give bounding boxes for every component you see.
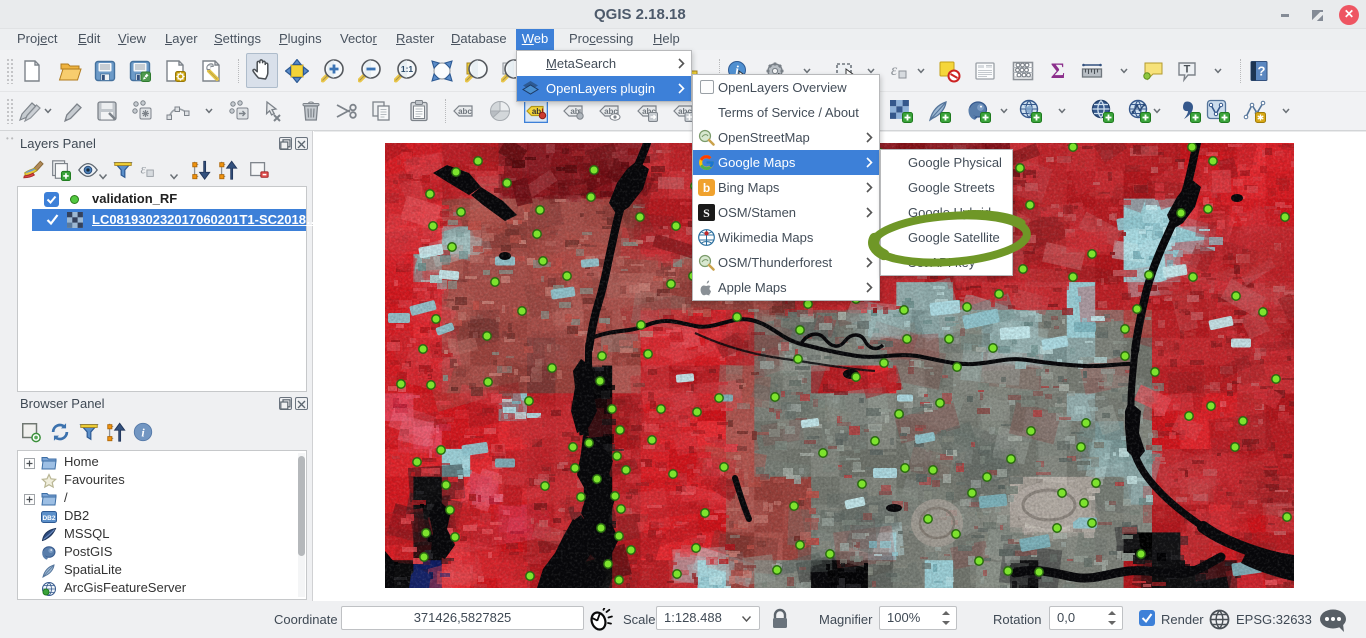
svg-text:ε: ε — [141, 162, 147, 177]
svg-text:1:1: 1:1 — [401, 64, 414, 74]
svg-text:abc: abc — [458, 107, 472, 116]
svg-text:DB2: DB2 — [42, 515, 55, 522]
svg-text:Σ: Σ — [1051, 59, 1065, 83]
svg-text:T: T — [1184, 64, 1191, 76]
svg-text:?: ? — [1258, 64, 1266, 79]
svg-text:S: S — [703, 206, 710, 220]
svg-text:ε: ε — [891, 62, 898, 79]
svg-text:b: b — [703, 181, 710, 195]
